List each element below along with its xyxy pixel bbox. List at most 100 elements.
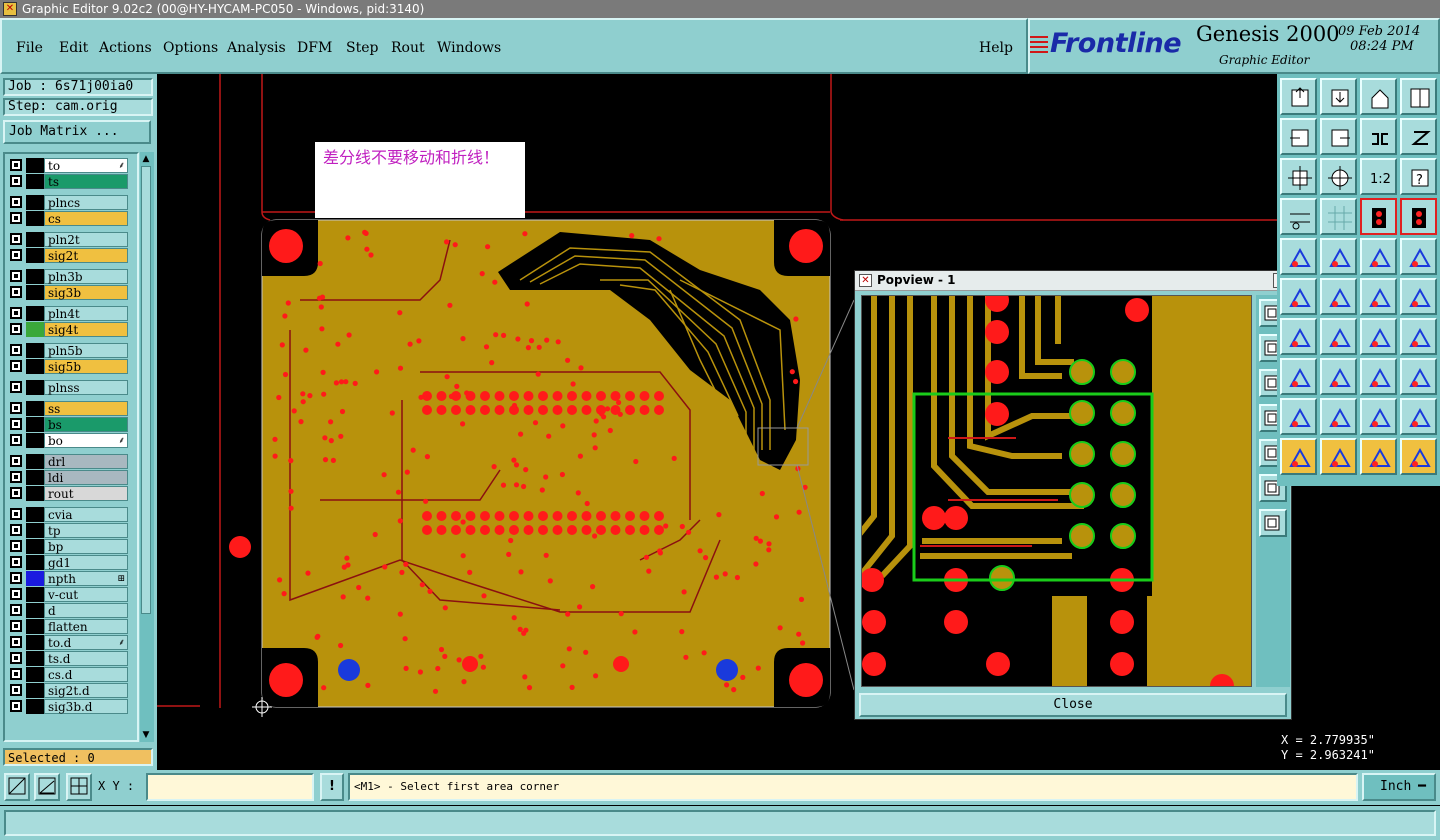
snap-line-icon[interactable] [1400,118,1437,155]
layer-row-bp[interactable]: bp [8,539,130,554]
layer-row-pln4t[interactable]: pln4t [8,306,130,321]
layer-name[interactable]: sig3b [44,285,128,300]
layer-name[interactable]: cs [44,211,128,226]
layer-visibility-checkbox[interactable] [10,652,22,664]
layer-row-cvia[interactable]: cvia [8,507,130,522]
layer-name[interactable]: ldi [44,470,128,485]
layer-name[interactable]: plnss [44,380,128,395]
layer-visibility-checkbox[interactable] [10,556,22,568]
layer-color-swatch[interactable] [26,539,44,554]
menu-actions[interactable]: Actions [99,40,152,56]
layer-name[interactable]: bs [44,417,128,432]
layer-visibility-checkbox[interactable] [10,524,22,536]
layer-color-swatch[interactable] [26,507,44,522]
layer-visibility-checkbox[interactable] [10,344,22,356]
layer-color-swatch[interactable] [26,555,44,570]
layer-name[interactable]: sig4t [44,322,128,337]
layer-row-rout[interactable]: rout [8,486,130,501]
pointer-c-icon[interactable] [1360,438,1397,475]
layer-row-ss[interactable]: ss [8,401,130,416]
layer-visibility-checkbox[interactable] [10,360,22,372]
layer-color-swatch[interactable] [26,158,44,173]
popview-titlebar[interactable]: ✕ Popview - 1 [855,271,1291,291]
add-via-icon[interactable] [1280,358,1317,395]
layer-visibility-checkbox[interactable] [10,175,22,187]
layer-name[interactable]: rout [44,486,128,501]
layer-color-swatch[interactable] [26,232,44,247]
layer-visibility-checkbox[interactable] [10,636,22,648]
layer-row-d[interactable]: d [8,603,130,618]
layer-visibility-checkbox[interactable] [10,604,22,616]
draw-line-icon[interactable] [1320,238,1357,275]
select-box-icon[interactable] [1400,238,1437,275]
layer-visibility-checkbox[interactable] [10,540,22,552]
layer-row-bo[interactable]: bo ⸙ [8,433,130,448]
menu-step[interactable]: Step [346,40,378,56]
layer-color-swatch[interactable] [26,322,44,337]
layer-row-pln5b[interactable]: pln5b [8,343,130,358]
layer-color-swatch[interactable] [26,211,44,226]
layer-visibility-checkbox[interactable] [10,196,22,208]
layer-color-swatch[interactable] [26,523,44,538]
add-line-icon[interactable] [1280,318,1317,355]
layer-visibility-checkbox[interactable] [10,620,22,632]
layer-color-swatch[interactable] [26,285,44,300]
layer-name[interactable]: ts [44,174,128,189]
layer-name[interactable]: cs.d [44,667,128,682]
undo-view-icon[interactable] [1360,118,1397,155]
layer-name[interactable]: pln2t [44,232,128,247]
layer-name[interactable]: v-cut [44,587,128,602]
scroll-down-icon[interactable]: ▼ [141,729,151,741]
layer-name[interactable]: gd1 [44,555,128,570]
xy-input[interactable] [146,773,314,801]
grid-icon[interactable] [66,773,92,801]
add-pad-icon[interactable] [1280,278,1317,315]
menu-options[interactable]: Options [163,40,218,56]
layer-name[interactable]: pln5b [44,343,128,358]
layer-color-swatch[interactable] [26,417,44,432]
pan-right-icon[interactable] [1320,118,1357,155]
snap-icon[interactable] [4,773,30,801]
layer-color-swatch[interactable] [26,619,44,634]
layer-row-flatten[interactable]: flatten [8,619,130,634]
layer-visibility-checkbox[interactable] [10,286,22,298]
layer-name[interactable]: plncs [44,195,128,210]
layer-color-swatch[interactable] [26,603,44,618]
layer-row-sig2t[interactable]: sig2t [8,248,130,263]
units-select[interactable]: Inch ━ [1362,773,1436,801]
menu-edit[interactable]: Edit [59,40,88,56]
layer-row-sig3b-d[interactable]: sig3b.d [8,699,130,714]
layer-row-cs[interactable]: cs [8,211,130,226]
layer-name[interactable]: cvia [44,507,128,522]
delete-feature-icon[interactable] [1320,278,1357,315]
layer-row-drl[interactable]: drl [8,454,130,469]
layer-visibility-checkbox[interactable] [10,212,22,224]
layer-row-sig5b[interactable]: sig5b [8,359,130,374]
layer-row-sig3b[interactable]: sig3b [8,285,130,300]
layer-color-swatch[interactable] [26,401,44,416]
fit-screen-icon[interactable] [1280,158,1317,195]
layer-color-swatch[interactable] [26,470,44,485]
layer-name[interactable]: flatten [44,619,128,634]
layer-color-swatch[interactable] [26,248,44,263]
pan-left-icon[interactable] [1280,118,1317,155]
layer-visibility-checkbox[interactable] [10,487,22,499]
zoom-home-icon[interactable] [1280,78,1317,115]
layer-name[interactable]: drl [44,454,128,469]
layer-name[interactable]: to ⸙ [44,158,128,173]
menu-dfm[interactable]: DFM [297,40,332,56]
triangle-c-icon[interactable] [1360,398,1397,435]
help-icon[interactable]: ? [1400,158,1437,195]
layer-visibility-checkbox[interactable] [10,323,22,335]
layer-row-plncs[interactable]: plncs [8,195,130,210]
scroll-thumb[interactable] [141,166,151,614]
layer-color-swatch[interactable] [26,699,44,714]
layer-color-swatch[interactable] [26,571,44,586]
layer-visibility-checkbox[interactable] [10,249,22,261]
home-icon[interactable] [1360,78,1397,115]
layer-row-ts[interactable]: ts [8,174,130,189]
layer-row-bs[interactable]: bs [8,417,130,432]
layer-row-ldi[interactable]: ldi [8,470,130,485]
triangle-b-icon[interactable] [1320,398,1357,435]
layer-name[interactable]: sig2t [44,248,128,263]
